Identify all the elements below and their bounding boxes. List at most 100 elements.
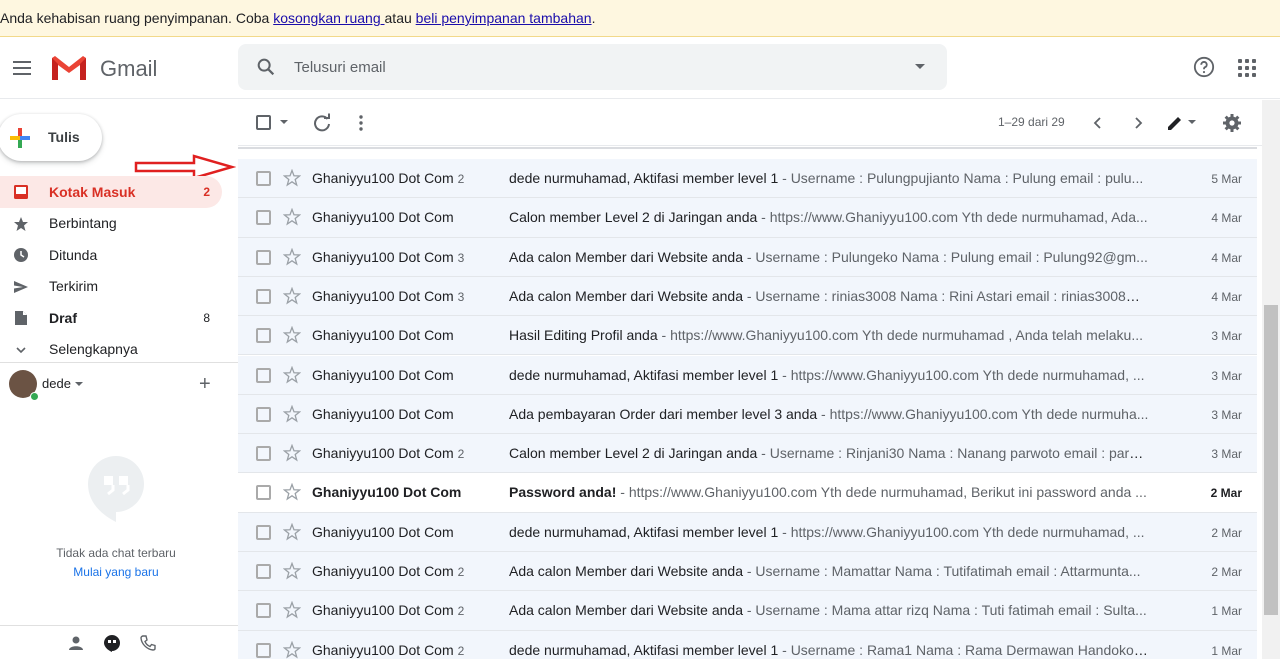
sidebar-item-drafts[interactable]: Draf 8	[0, 302, 222, 334]
app-name[interactable]: Gmail	[100, 56, 157, 82]
sidebar-item-label: Ditunda	[49, 246, 98, 263]
email-date: 4 Mar	[1211, 250, 1242, 265]
sidebar-item-starred[interactable]: Berbintang	[0, 208, 222, 240]
new-chat-plus-icon[interactable]: +	[199, 374, 211, 394]
star-icon[interactable]	[283, 522, 301, 541]
free-space-link[interactable]: kosongkan ruang	[273, 10, 384, 26]
email-snippet: - https://www.Ghaniyyu100.com Yth dede n…	[778, 366, 1145, 383]
star-icon[interactable]	[283, 365, 301, 384]
row-checkbox[interactable]	[256, 288, 271, 304]
table-row[interactable]: Ghaniyyu100 Dot Com Password anda! - http…	[238, 473, 1257, 513]
select-all-checkbox[interactable]	[256, 115, 271, 130]
page-scrollbar[interactable]	[1262, 100, 1280, 659]
help-icon[interactable]	[1193, 56, 1215, 78]
star-icon[interactable]	[283, 169, 301, 187]
table-row[interactable]: Ghaniyyu100 Dot Com 3 Ada calon Member dar…	[238, 276, 1257, 317]
google-apps-icon[interactable]	[1238, 59, 1256, 77]
refresh-icon[interactable]	[312, 113, 332, 133]
sender-name: Ghaniyyu100 Dot Com	[312, 641, 454, 658]
table-row[interactable]: Ghaniyyu100 Dot Com 2 Ada calon Member dar…	[238, 552, 1257, 592]
thread-count: 2	[457, 565, 465, 579]
email-subject-line: dede nurmuhamad, Aktifasi member level 1…	[509, 524, 1149, 540]
phone-icon[interactable]	[139, 634, 157, 652]
gmail-logo-icon[interactable]	[50, 54, 88, 82]
select-options-icon[interactable]	[280, 120, 288, 124]
star-icon[interactable]	[283, 562, 301, 580]
email-snippet: - https://www.Ghaniyyu100.com Yth dede n…	[778, 523, 1145, 540]
star-icon[interactable]	[283, 326, 301, 344]
row-checkbox[interactable]	[256, 171, 271, 186]
unread-count: 2	[203, 184, 210, 199]
row-checkbox[interactable]	[256, 328, 271, 344]
table-row[interactable]: Ghaniyyu100 Dot Com 2 dede nurmuhamad, Akt…	[238, 159, 1257, 199]
density-options-icon[interactable]	[1188, 120, 1196, 124]
draft-count: 8	[203, 310, 210, 325]
table-row[interactable]: Ghaniyyu100 Dot Com dede nurmuhamad, Akti…	[238, 355, 1257, 395]
row-checkbox[interactable]	[256, 485, 271, 501]
star-icon[interactable]	[283, 601, 301, 619]
star-icon[interactable]	[283, 286, 301, 305]
person-icon[interactable]	[67, 634, 85, 652]
row-checkbox[interactable]	[256, 603, 271, 619]
row-checkbox[interactable]	[256, 249, 271, 265]
row-checkbox[interactable]	[256, 406, 271, 422]
sidebar-item-snoozed[interactable]: Ditunda	[0, 239, 222, 271]
sender-name: Ghaniyyu100 Dot Com	[312, 563, 454, 579]
row-checkbox[interactable]	[256, 446, 271, 462]
star-icon[interactable]	[283, 444, 301, 462]
sender-name: Ghaniyyu100 Dot Com	[312, 248, 454, 265]
scrollbar-thumb[interactable]	[1264, 305, 1278, 615]
email-sender: Ghaniyyu100 Dot Com	[312, 327, 502, 343]
compose-label: Tulis	[48, 129, 80, 145]
email-subject: Calon member Level 2 di Jaringan anda	[509, 445, 758, 462]
row-checkbox[interactable]	[256, 367, 271, 383]
more-vertical-icon[interactable]	[351, 113, 371, 133]
search-bar[interactable]	[238, 44, 947, 90]
row-checkbox[interactable]	[256, 524, 271, 540]
table-row[interactable]: Ghaniyyu100 Dot Com Calon member Level 2 …	[238, 198, 1257, 238]
table-row[interactable]: Ghaniyyu100 Dot Com 2 Calon member Level 2…	[238, 434, 1257, 474]
draft-icon	[15, 311, 27, 325]
buy-storage-link[interactable]: beli penyimpanan tambahan	[416, 10, 592, 26]
row-checkbox[interactable]	[256, 210, 271, 226]
main-menu-icon[interactable]	[8, 50, 36, 86]
pagination-text: 1–29 dari 29	[998, 115, 1065, 129]
chat-user-name[interactable]: dede	[42, 376, 71, 391]
sidebar-divider	[0, 362, 238, 363]
compose-button[interactable]: Tulis	[0, 114, 102, 161]
thread-count: 2	[457, 447, 465, 462]
table-row[interactable]: Ghaniyyu100 Dot Com dede nurmuhamad, Akti…	[238, 512, 1257, 552]
thread-count: 2	[457, 172, 465, 186]
sidebar-item-label: Draf	[49, 309, 78, 326]
table-row[interactable]: Ghaniyyu100 Dot Com Ada pembayaran Order …	[238, 394, 1257, 435]
table-row[interactable]: Ghaniyyu100 Dot Com 2 dede nurmuhamad, Akt…	[238, 630, 1257, 659]
email-date: 3 Mar	[1211, 407, 1242, 422]
sidebar-item-inbox[interactable]: Kotak Masuk 2	[0, 176, 222, 208]
sidebar-item-sent[interactable]: Terkirim	[0, 271, 222, 303]
search-input[interactable]	[294, 54, 874, 80]
sidebar-item-more[interactable]: Selengkapnya	[0, 334, 222, 366]
chevron-left-icon[interactable]	[1088, 113, 1108, 133]
table-row[interactable]: Ghaniyyu100 Dot Com 2 Ada calon Member dar…	[238, 591, 1257, 631]
search-options-icon[interactable]	[915, 64, 925, 69]
storage-warning-banner: Anda kehabisan ruang penyimpanan. Coba k…	[0, 0, 1280, 37]
hangouts-icon[interactable]	[103, 634, 121, 652]
table-row[interactable]: Ghaniyyu100 Dot Com Hasil Editing Profil …	[238, 316, 1257, 356]
user-status-dropdown-icon[interactable]	[75, 382, 83, 386]
search-icon[interactable]	[255, 56, 277, 78]
no-chats-text: Tidak ada chat terbaru	[56, 546, 176, 560]
gear-icon[interactable]	[1222, 113, 1242, 133]
pencil-icon[interactable]	[1165, 113, 1185, 133]
start-new-chat-link[interactable]: Mulai yang baru	[0, 565, 232, 579]
email-snippet: - Username : Rama1 Nama : Rama Dermawan …	[778, 641, 1149, 658]
star-icon[interactable]	[283, 404, 301, 423]
star-icon[interactable]	[283, 483, 301, 501]
plus-icon	[10, 128, 30, 148]
star-icon[interactable]	[283, 208, 301, 226]
star-icon[interactable]	[283, 247, 301, 266]
row-checkbox[interactable]	[256, 642, 271, 658]
row-checkbox[interactable]	[256, 564, 271, 579]
table-row[interactable]: Ghaniyyu100 Dot Com 3 Ada calon Member dar…	[238, 237, 1257, 277]
chevron-right-icon[interactable]	[1128, 113, 1148, 133]
star-icon[interactable]	[283, 640, 301, 659]
